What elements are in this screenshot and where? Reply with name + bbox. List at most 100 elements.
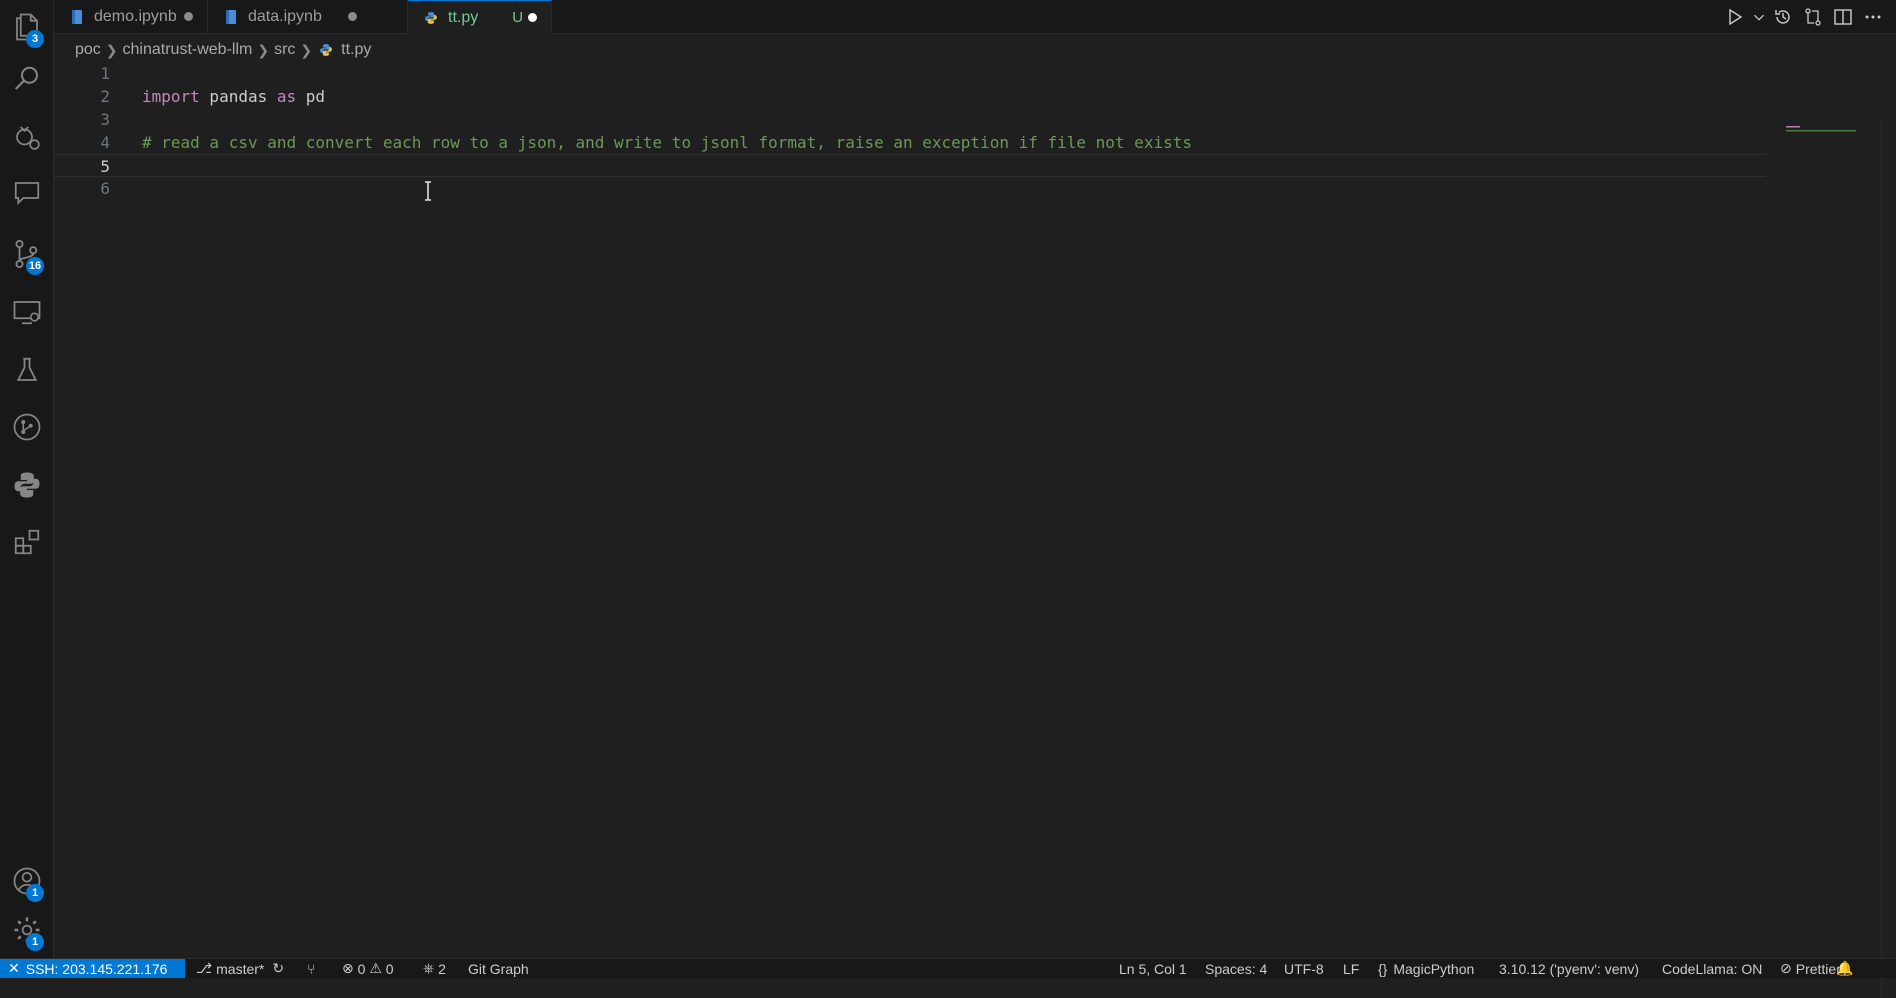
play-icon	[1729, 8, 1743, 25]
code-token: pandas	[199, 87, 277, 106]
remote-label: SSH: 203.145.221.176	[25, 960, 168, 977]
prettier-icon: ⊘	[1780, 960, 1792, 976]
unsaved-dot-icon[interactable]	[528, 13, 537, 22]
language-mode[interactable]: {} MagicPython	[1378, 959, 1474, 978]
indentation[interactable]: Spaces: 4	[1205, 959, 1267, 978]
remote-explorer-icon	[13, 301, 41, 325]
warning-count: 0	[385, 960, 394, 977]
encoding[interactable]: UTF-8	[1284, 959, 1324, 978]
python-button[interactable]	[0, 458, 54, 512]
untracked-status: U	[512, 9, 524, 26]
end-of-line[interactable]: LF	[1343, 959, 1359, 978]
branch-icon: ⎇	[196, 960, 213, 976]
warning-icon: ⚠	[369, 960, 382, 976]
text-cursor-icon	[425, 181, 431, 201]
problems-indicator[interactable]: ⊗ 0 ⚠ 0	[342, 959, 394, 978]
tab-data-ipynb[interactable]: data.ipynb	[208, 0, 408, 33]
testing-button[interactable]	[0, 343, 54, 397]
tab-demo-ipynb[interactable]: demo.ipynb	[54, 0, 208, 33]
code-line[interactable]: 4 # read a csv and convert each row to a …	[54, 131, 1766, 154]
unsaved-dot-icon[interactable]	[348, 12, 357, 21]
notebook-icon	[72, 9, 82, 24]
breadcrumb-item-poc[interactable]: poc	[75, 41, 101, 59]
git-graph-icon	[13, 413, 41, 441]
activity-bar: 3 16 1 1	[0, 0, 54, 959]
unsaved-dot-icon[interactable]	[184, 12, 193, 21]
search-button[interactable]	[0, 52, 54, 106]
error-count: 0	[357, 960, 366, 977]
accounts-button[interactable]: 1	[0, 854, 54, 908]
bell-icon: 🔔	[1836, 960, 1854, 976]
split-editor-button[interactable]	[1828, 2, 1858, 32]
history-icon	[1775, 9, 1790, 24]
chat-icon	[14, 182, 40, 206]
codellama-status[interactable]: CodeLlama: ON	[1662, 959, 1762, 978]
git-graph-button[interactable]	[0, 400, 54, 454]
code-editor[interactable]: 1 2 import pandas as pd 3 4 # read a csv and …	[54, 62, 1896, 998]
run-debug-button[interactable]	[0, 110, 54, 164]
language-label: MagicPython	[1393, 960, 1475, 977]
python-interpreter[interactable]: 3.10.12 ('pyenv': venv)	[1499, 959, 1639, 978]
more-actions-button[interactable]	[1858, 2, 1888, 32]
search-icon	[14, 66, 38, 90]
minimap[interactable]	[1786, 126, 1856, 134]
source-control-badge: 16	[26, 257, 44, 275]
status-bar: ✕ SSH: 203.145.221.176 ⎇ master* ↻ ⑂ ⊗ 0…	[0, 958, 1896, 978]
branch-label: master*	[216, 960, 265, 977]
more-icon	[1865, 15, 1881, 18]
python-icon	[14, 472, 40, 498]
publish-icon[interactable]: ⑂	[307, 959, 315, 978]
python-file-icon	[320, 44, 332, 56]
code-text: # read a csv and convert each row to a j…	[142, 131, 1192, 154]
tab-bar: demo.ipynb data.ipynb tt.py U	[54, 0, 1896, 34]
line-number: 2	[100, 87, 110, 106]
branch-indicator[interactable]: ⎇ master* ↻	[196, 959, 284, 978]
code-token: pd	[296, 87, 326, 106]
tab-label: data.ipynb	[248, 7, 322, 25]
tab-tt-py[interactable]: tt.py U	[408, 0, 552, 34]
chevron-down-icon	[1754, 14, 1764, 21]
error-icon: ⊗	[342, 960, 354, 976]
breadcrumb-item-file[interactable]: tt.py	[341, 41, 371, 59]
cursor-position[interactable]: Ln 5, Col 1	[1119, 959, 1187, 978]
code-line[interactable]: 3	[54, 108, 1766, 131]
source-control-button[interactable]: 16	[0, 227, 54, 281]
code-line[interactable]: 6	[54, 177, 1766, 200]
breadcrumb-item-src[interactable]: src	[274, 41, 295, 59]
manage-badge: 1	[26, 933, 44, 951]
breadcrumb-item-project[interactable]: chinatrust-web-llm	[123, 41, 253, 59]
prettier-status[interactable]: ⊘ Prettier	[1780, 959, 1841, 978]
ports-indicator[interactable]: ⎈ 2	[423, 959, 446, 978]
code-line[interactable]: 2 import pandas as pd	[54, 85, 1766, 108]
accounts-badge: 1	[26, 884, 44, 902]
extensions-button[interactable]	[0, 515, 54, 569]
run-button[interactable]	[1720, 2, 1750, 32]
remote-indicator[interactable]: ✕ SSH: 203.145.221.176	[0, 959, 185, 978]
debug-icon	[16, 126, 40, 150]
split-editor-icon	[1834, 8, 1852, 25]
chevron-right-icon: ❯	[257, 41, 270, 58]
timeline-button[interactable]	[1768, 2, 1798, 32]
manage-button[interactable]: 1	[0, 903, 54, 957]
code-line[interactable]: 1	[54, 62, 1766, 85]
chat-button[interactable]	[0, 166, 54, 220]
ports-count: 2	[438, 960, 446, 977]
code-text: import pandas as pd	[142, 85, 325, 108]
line-number: 5	[100, 157, 110, 176]
explorer-badge: 3	[26, 30, 44, 48]
remote-explorer-button[interactable]	[0, 285, 54, 339]
code-token: as	[276, 87, 297, 106]
tab-label: demo.ipynb	[94, 7, 177, 25]
explorer-button[interactable]: 3	[0, 0, 54, 54]
git-graph-status[interactable]: Git Graph	[468, 959, 529, 978]
code-line[interactable]: 5	[54, 154, 1766, 177]
extensions-icon	[14, 529, 40, 555]
run-dropdown-button[interactable]	[1750, 2, 1768, 32]
chevron-right-icon: ❯	[105, 41, 118, 58]
sync-icon[interactable]: ↻	[272, 960, 284, 977]
open-changes-button[interactable]	[1798, 2, 1828, 32]
vertical-scrollbar[interactable]	[1881, 118, 1896, 998]
code-token: # read a csv and convert each row to a j…	[142, 133, 1192, 152]
line-number: 6	[100, 179, 110, 198]
notifications-button[interactable]: 🔔	[1836, 959, 1853, 978]
